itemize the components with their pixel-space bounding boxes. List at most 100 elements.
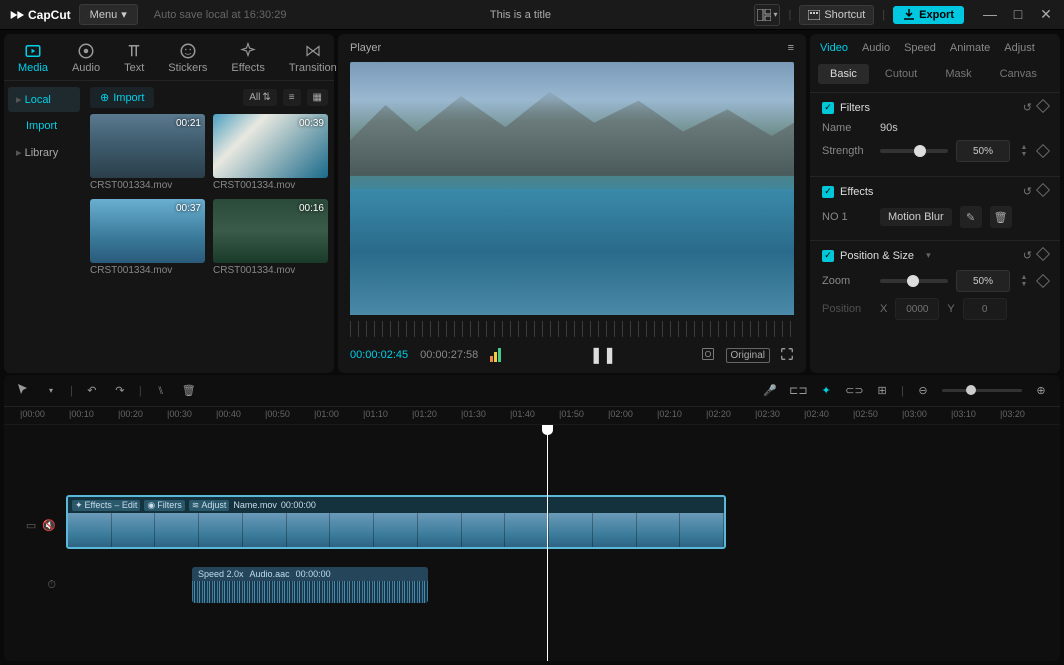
sidebar-local[interactable]: ▸ Local <box>8 87 80 112</box>
sidebar-import[interactable]: Import <box>8 114 80 138</box>
tab-text[interactable]: Text <box>120 40 148 76</box>
preview-ruler[interactable] <box>350 321 794 337</box>
zoom-value[interactable]: 50% <box>956 270 1010 292</box>
export-button[interactable]: Export <box>893 6 964 24</box>
timeline-tracks[interactable]: ▭ 🔇 ✦ Effects – Edit ◉ Filters ≋ Adjust … <box>4 425 1060 661</box>
video-preview[interactable] <box>350 62 794 315</box>
layout-button[interactable]: ▾ <box>754 4 780 26</box>
zoom-stepper[interactable]: ▲▼ <box>1018 274 1030 288</box>
sidebar-library[interactable]: ▸ Library <box>8 140 80 165</box>
keyframe-icon[interactable] <box>1036 183 1050 197</box>
chevron-down-icon[interactable]: ▾ <box>926 250 931 261</box>
reset-icon[interactable]: ↺ <box>1023 249 1032 262</box>
keyframe-icon[interactable] <box>1036 144 1050 158</box>
subtab-basic[interactable]: Basic <box>818 64 869 84</box>
keyframe-icon[interactable] <box>1036 247 1050 261</box>
inspector-tab-speed[interactable]: Speed <box>904 42 936 54</box>
zoom-slider[interactable] <box>942 389 1022 392</box>
zoom-in-button[interactable]: ⊕ <box>1032 384 1050 397</box>
clip-effects-tag[interactable]: ✦ Effects – Edit <box>72 500 140 511</box>
media-item[interactable]: 00:39CRST001334.mov <box>213 114 328 191</box>
main-track-magnet[interactable]: ⊏⊐ <box>789 384 807 397</box>
inspector-tab-animate[interactable]: Animate <box>950 42 990 54</box>
auto-snap-button[interactable]: ✦ <box>817 384 835 397</box>
inspector-tab-adjust[interactable]: Adjust <box>1004 42 1035 54</box>
tool-chevron[interactable]: ▾ <box>42 386 60 395</box>
filters-checkbox[interactable]: ✓ <box>822 102 834 114</box>
reset-icon[interactable]: ↺ <box>1023 185 1032 198</box>
tab-transition[interactable]: Transition <box>285 40 341 76</box>
effects-checkbox[interactable]: ✓ <box>822 186 834 198</box>
media-item[interactable]: 00:37CRST001334.mov <box>90 199 205 276</box>
media-item[interactable]: 00:16CRST001334.mov <box>213 199 328 276</box>
keyframe-icon[interactable] <box>1036 99 1050 113</box>
undo-button[interactable]: ↶ <box>83 384 101 397</box>
all-label: All <box>249 92 260 103</box>
track-clock-icon[interactable]: ⏱ <box>47 579 56 592</box>
zoom-out-button[interactable]: ⊖ <box>914 384 932 397</box>
snapshot-button[interactable] <box>700 346 716 365</box>
original-badge[interactable]: Original <box>726 348 770 363</box>
maximize-button[interactable]: □ <box>1008 6 1028 23</box>
tab-label: Effects <box>231 62 264 74</box>
redo-button[interactable]: ↷ <box>111 384 129 397</box>
current-time: 00:00:02:45 <box>350 349 408 361</box>
audio-clip[interactable]: Speed 2.0x Audio.aac 00:00:00 <box>192 567 428 603</box>
inspector-tab-audio[interactable]: Audio <box>862 42 890 54</box>
tab-audio[interactable]: Audio <box>68 40 104 76</box>
clip-filters-tag[interactable]: ◉ Filters <box>144 500 184 511</box>
inspector-tab-video[interactable]: Video <box>820 42 848 54</box>
delete-button[interactable]: 🗑 <box>180 384 198 397</box>
import-label: Import <box>113 92 144 104</box>
tab-label: Media <box>18 62 48 74</box>
keyframe-icon[interactable] <box>1036 274 1050 288</box>
tab-stickers[interactable]: Stickers <box>164 40 211 76</box>
tab-media[interactable]: Media <box>14 40 52 76</box>
clip-adjust-tag[interactable]: ≋ Adjust <box>189 500 230 511</box>
audio-time: 00:00:00 <box>296 569 331 579</box>
split-button[interactable]: ⑊ <box>152 385 170 397</box>
view-list-button[interactable]: ≡ <box>283 89 301 106</box>
subtab-cutout[interactable]: Cutout <box>873 64 929 84</box>
play-pause-button[interactable]: ❚❚ <box>589 345 616 365</box>
player-menu-icon[interactable]: ≡ <box>788 42 794 54</box>
subtab-mask[interactable]: Mask <box>933 64 983 84</box>
strength-value[interactable]: 50% <box>956 140 1010 162</box>
record-button[interactable]: 🎤 <box>761 384 779 397</box>
fullscreen-button[interactable] <box>780 347 794 364</box>
linkage-button[interactable]: ⊂⊃ <box>845 384 863 397</box>
audio-levels-icon[interactable] <box>490 348 506 362</box>
tab-effects[interactable]: Effects <box>227 40 268 76</box>
filters-section: ✓ Filters ↺ Name90s Strength 50% ▲▼ <box>810 92 1060 176</box>
shortcut-button[interactable]: Shortcut <box>799 5 874 25</box>
x-value[interactable]: 0000 <box>895 298 939 320</box>
menu-button[interactable]: Menu ▾ <box>79 4 138 25</box>
sort-icon: ⇅ <box>262 92 270 103</box>
reset-icon[interactable]: ↺ <box>1023 101 1032 114</box>
import-button[interactable]: ⊕Import <box>90 87 154 108</box>
audio-filename: Audio.aac <box>250 569 290 579</box>
position-checkbox[interactable]: ✓ <box>822 250 834 262</box>
filter-all-button[interactable]: All ⇅ <box>243 89 277 106</box>
project-title[interactable]: This is a title <box>294 9 746 21</box>
y-value[interactable]: 0 <box>963 298 1007 320</box>
close-button[interactable]: ✕ <box>1036 6 1056 23</box>
separator: | <box>788 9 791 21</box>
track-mute-icon[interactable]: 🔇 <box>42 519 56 532</box>
strength-slider[interactable] <box>880 149 948 153</box>
track-lock-icon[interactable]: ▭ <box>26 519 36 532</box>
select-tool[interactable] <box>14 383 32 398</box>
view-grid-button[interactable]: ▦ <box>307 89 328 106</box>
preview-axis-button[interactable]: ⊞ <box>873 384 891 397</box>
video-clip[interactable]: ✦ Effects – Edit ◉ Filters ≋ Adjust Name… <box>66 495 726 549</box>
tab-label: Text <box>124 62 144 74</box>
playhead[interactable] <box>547 425 548 661</box>
media-item[interactable]: 00:21CRST001334.mov <box>90 114 205 191</box>
edit-effect-button[interactable]: ✎ <box>960 206 982 228</box>
zoom-slider[interactable] <box>880 279 948 283</box>
subtab-canvas[interactable]: Canvas <box>988 64 1049 84</box>
strength-stepper[interactable]: ▲▼ <box>1018 144 1030 158</box>
delete-effect-button[interactable]: 🗑 <box>990 206 1012 228</box>
timeline-ruler[interactable]: |00:00|00:10|00:20|00:30|00:40|00:50|01:… <box>4 407 1060 425</box>
minimize-button[interactable]: — <box>980 6 1000 23</box>
